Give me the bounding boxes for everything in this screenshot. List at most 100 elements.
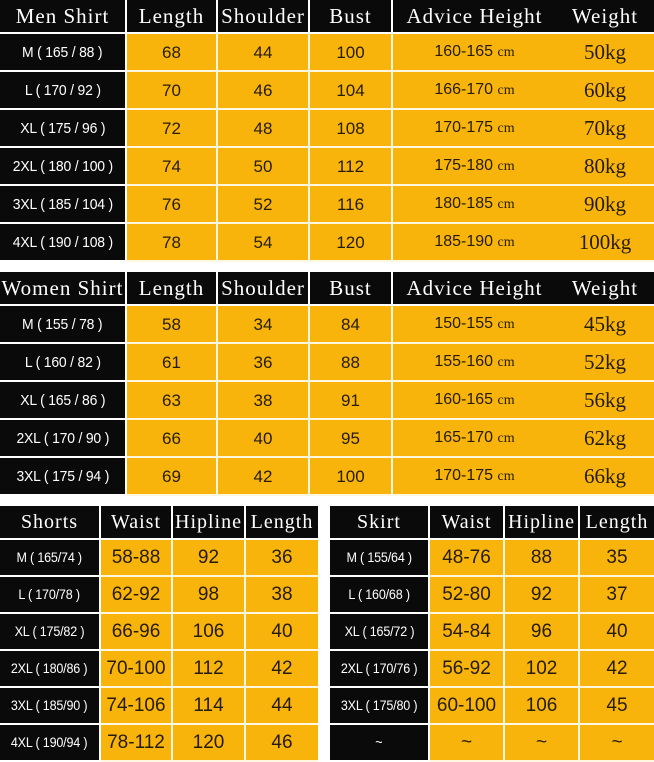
size-label-cell: XL ( 165 / 86 ) (0, 381, 127, 420)
table-gap-1 (0, 262, 654, 272)
skirt-rows: M ( 155/64 ) 48-76 88 35 L ( 160/68 ) 52-80 92… (330, 540, 654, 762)
skirt-header-length: Length (579, 506, 654, 540)
advice-height-unit: cm (497, 431, 515, 446)
hipline-cell: 114 (172, 687, 246, 725)
size-label-cell: L ( 160/68 ) (330, 576, 430, 614)
men-shirt-header-row: Men Shirt Length Shoulder Bust Advice He… (0, 0, 654, 34)
advice-height-value: 160-165 (434, 43, 494, 60)
shoulder-cell: 42 (217, 457, 310, 496)
length-cell: 42 (579, 650, 654, 688)
hipline-cell: ~ (504, 724, 580, 762)
shoulder-cell: 48 (217, 109, 310, 148)
bust-cell: 91 (309, 381, 393, 420)
bottom-tables-row: Shorts Waist Hipline Length M ( 165/74 )… (0, 506, 654, 762)
table-row: 2XL ( 170 / 90 ) 66 40 95 165-170 cm 62kg (0, 419, 654, 458)
length-cell: 40 (579, 613, 654, 651)
men-shirt-body: Men Shirt Length Shoulder Bust Advice He… (0, 0, 654, 34)
shoulder-cell: 46 (217, 71, 310, 110)
bust-cell: 84 (309, 306, 393, 344)
men-shirt-header-size: Men Shirt (0, 0, 127, 34)
length-cell: 42 (245, 650, 318, 688)
shorts-body: Shorts Waist Hipline Length (0, 506, 318, 540)
women-shirt-header-size: Women Shirt (0, 272, 127, 306)
shorts-header-size: Shorts (0, 506, 101, 540)
table-row: 2XL ( 180 / 100 ) 74 50 112 175-180 cm 80kg (0, 147, 654, 186)
waist-cell: ~ (429, 724, 505, 762)
hipline-cell: 112 (172, 650, 246, 688)
hipline-cell: 92 (504, 576, 580, 614)
hipline-cell: 106 (504, 687, 580, 725)
bust-cell: 120 (309, 223, 393, 262)
men-shirt-header-length: Length (126, 0, 218, 34)
hipline-cell: 96 (504, 613, 580, 651)
table-row: 3XL ( 185 / 104 ) 76 52 116 180-185 cm 90kg (0, 185, 654, 224)
table-row: L ( 170/78 ) 62-92 98 38 (0, 576, 318, 614)
table-row: 4XL ( 190/94 ) 78-112 120 46 (0, 724, 318, 762)
women-shirt-body: Women Shirt Length Shoulder Bust Advice … (0, 272, 654, 306)
advice-height-unit: cm (497, 159, 515, 174)
shoulder-cell: 50 (217, 147, 310, 186)
length-cell: 72 (126, 109, 218, 148)
hipline-cell: 88 (504, 540, 580, 577)
advice-height-unit: cm (497, 469, 515, 484)
skirt-header-waist: Waist (429, 506, 505, 540)
waist-cell: 62-92 (100, 576, 173, 614)
table-row: 2XL ( 170/76 ) 56-92 102 42 (330, 650, 654, 688)
length-cell: 63 (126, 381, 218, 420)
skirt-row-container: M ( 155/64 ) 48-76 88 35 L ( 160/68 ) 52-80 92… (330, 540, 654, 762)
table-row: M ( 155/64 ) 48-76 88 35 (330, 540, 654, 577)
size-label-cell: 3XL ( 175 / 94 ) (0, 457, 127, 496)
waist-cell: 60-100 (429, 687, 505, 725)
hipline-cell: 102 (504, 650, 580, 688)
length-cell: 74 (126, 147, 218, 186)
men-shirt-table: Men Shirt Length Shoulder Bust Advice He… (0, 0, 654, 34)
advice-height-cell: 160-165 cm (392, 381, 556, 420)
waist-cell: 66-96 (100, 613, 173, 651)
table-row: L ( 170 / 92 ) 70 46 104 166-170 cm 60kg (0, 71, 654, 110)
waist-cell: 78-112 (100, 724, 173, 762)
advice-height-unit: cm (497, 197, 515, 212)
women-shirt-header-shoulder: Shoulder (217, 272, 310, 306)
weight-cell: 52kg (556, 343, 654, 382)
advice-height-cell: 165-170 cm (392, 419, 556, 458)
advice-height-cell: 166-170 cm (392, 71, 556, 110)
size-label-cell: 2XL ( 180 / 100 ) (0, 147, 127, 186)
waist-cell: 48-76 (429, 540, 505, 577)
length-cell: ~ (579, 724, 654, 762)
skirt-header-row: Skirt Waist Hipline Length (330, 506, 654, 540)
advice-height-cell: 185-190 cm (392, 223, 556, 262)
advice-height-cell: 175-180 cm (392, 147, 556, 186)
hipline-cell: 98 (172, 576, 246, 614)
length-cell: 69 (126, 457, 218, 496)
women-shirt-header-row: Women Shirt Length Shoulder Bust Advice … (0, 272, 654, 306)
size-label-cell: M ( 155/64 ) (330, 540, 430, 577)
skirt-header-size: Skirt (330, 506, 430, 540)
shoulder-cell: 34 (217, 306, 310, 344)
hipline-cell: 92 (172, 540, 246, 577)
skirt-table-wrap: Skirt Waist Hipline Length M ( 155/64 ) 4… (330, 506, 654, 762)
advice-height-value: 166-170 (434, 81, 494, 98)
table-row: 3XL ( 175/80 ) 60-100 106 45 (330, 687, 654, 725)
table-row: XL ( 175 / 96 ) 72 48 108 170-175 cm 70kg (0, 109, 654, 148)
table-row: M ( 165/74 ) 58-88 92 36 (0, 540, 318, 577)
advice-height-value: 155-160 (434, 353, 494, 370)
size-label-cell: 2XL ( 170/76 ) (330, 650, 430, 688)
size-label-cell: XL ( 165/72 ) (330, 613, 430, 651)
length-cell: 68 (126, 34, 218, 72)
length-cell: 44 (245, 687, 318, 725)
bust-cell: 88 (309, 343, 393, 382)
size-label-cell: 2XL ( 170 / 90 ) (0, 419, 127, 458)
size-label-cell: 3XL ( 185/90 ) (0, 687, 101, 725)
shorts-rows: M ( 165/74 ) 58-88 92 36 L ( 170/78 ) 62-92 98… (0, 540, 318, 762)
bust-cell: 116 (309, 185, 393, 224)
table-row: XL ( 165 / 86 ) 63 38 91 160-165 cm 56kg (0, 381, 654, 420)
table-row: M ( 155 / 78 ) 58 34 84 150-155 cm 45kg (0, 306, 654, 344)
length-cell: 36 (245, 540, 318, 577)
skirt-table: Skirt Waist Hipline Length (330, 506, 654, 540)
advice-height-cell: 180-185 cm (392, 185, 556, 224)
advice-height-cell: 155-160 cm (392, 343, 556, 382)
advice-height-unit: cm (497, 355, 515, 370)
size-label-cell: ~ (330, 724, 430, 762)
table-gap-2 (0, 496, 654, 506)
shoulder-cell: 36 (217, 343, 310, 382)
